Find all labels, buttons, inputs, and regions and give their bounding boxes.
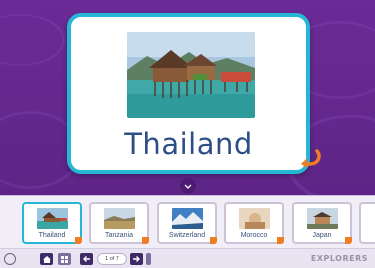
- thumbnail-strip: Thailand Tanzania Switzerland Morocco Ja…: [0, 195, 375, 248]
- thumbnail-corner: [75, 237, 82, 244]
- grid-icon[interactable]: [58, 253, 71, 265]
- turn-arrow-icon[interactable]: [297, 148, 323, 168]
- card-title: Thailand: [124, 127, 253, 161]
- flashcard[interactable]: Thailand: [67, 13, 310, 174]
- thumbnail-morocco[interactable]: Morocco: [224, 202, 284, 244]
- thumbnail-label: Switzerland: [168, 232, 206, 239]
- page-indicator: 1 of 7: [97, 253, 127, 265]
- settings-icon[interactable]: [4, 253, 16, 265]
- thumbnail-tanzania[interactable]: Tanzania: [89, 202, 149, 244]
- thumbnail-label: Tanzania: [104, 232, 134, 239]
- thumbnail-corner: [277, 237, 284, 244]
- thumbnail-image: [239, 208, 270, 229]
- bottom-toolbar: 1 of 7 EXPLORERS: [0, 248, 375, 268]
- flashcard-stage: Thailand: [0, 0, 375, 195]
- thumbnail-image: [307, 208, 338, 229]
- thumbnail-corner: [210, 237, 217, 244]
- thumbnail-corner: [345, 237, 352, 244]
- thumbnail-next-partial[interactable]: [359, 202, 375, 244]
- thumbnail-image: [37, 208, 68, 229]
- thumbnail-image: [104, 208, 135, 229]
- thumbnail-japan[interactable]: Japan: [292, 202, 352, 244]
- thumbnail-thailand[interactable]: Thailand: [22, 202, 82, 244]
- thumbnail-switzerland[interactable]: Switzerland: [157, 202, 217, 244]
- thumbnail-label: Japan: [312, 232, 332, 239]
- collapse-chevron-icon[interactable]: [180, 178, 196, 194]
- prev-icon[interactable]: [80, 253, 93, 265]
- stilt-house-photo: [127, 32, 255, 118]
- brand-logo: EXPLORERS: [310, 254, 368, 263]
- thumbnail-corner: [142, 237, 149, 244]
- thumbnail-label: Morocco: [240, 232, 268, 239]
- home-icon[interactable]: [40, 253, 53, 265]
- more-icon[interactable]: [146, 253, 151, 265]
- thumbnail-label: Thailand: [38, 232, 66, 239]
- next-icon[interactable]: [130, 253, 143, 265]
- thumbnail-image: [172, 208, 203, 229]
